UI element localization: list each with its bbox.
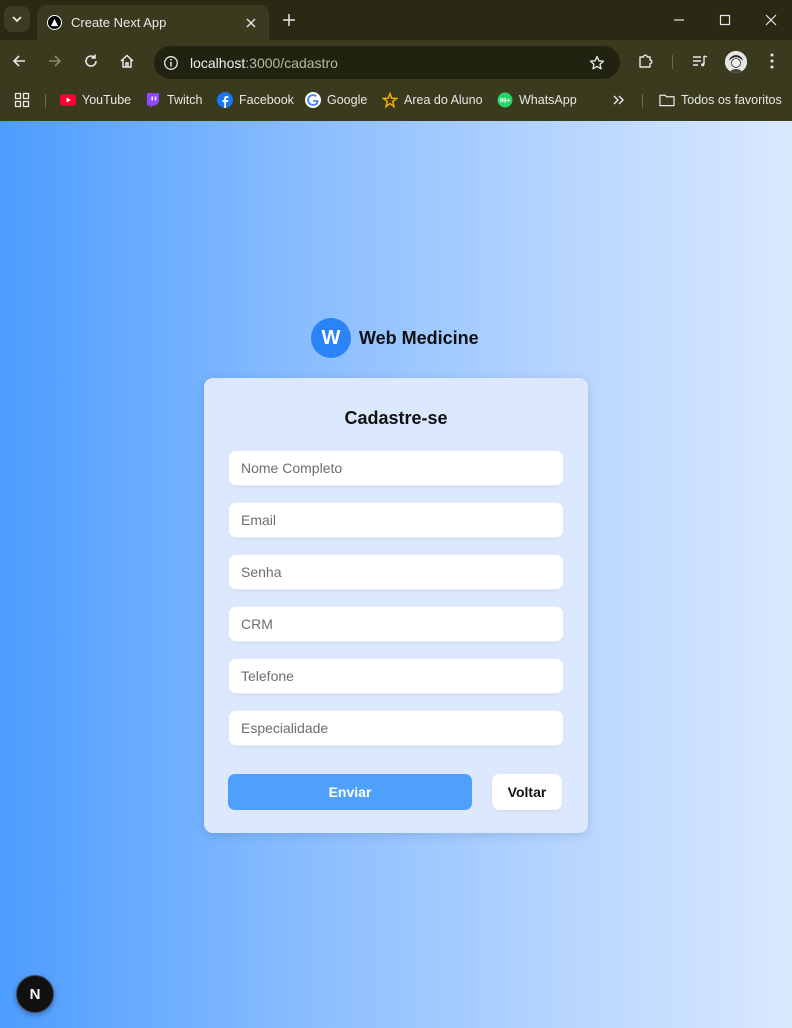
twitch-icon [145,92,161,108]
home-icon [120,54,134,68]
chevron-down-icon [12,16,22,23]
plus-icon [283,14,295,26]
puzzle-icon [639,54,653,68]
apps-button[interactable] [14,90,30,110]
youtube-icon [60,92,76,108]
bookmarks-bar: YouTube Twitch Facebook Google Area do A… [0,82,792,121]
more-bookmarks-button[interactable] [612,90,626,110]
star-person-icon [382,91,398,108]
email-input[interactable] [228,502,564,538]
svg-text:99+: 99+ [499,98,510,105]
url-text[interactable]: localhost:3000/cadastro [190,55,586,71]
toolbar-separator [672,55,673,69]
bookmarks-separator [642,94,643,108]
bookmark-facebook[interactable]: Facebook [217,90,294,110]
browser-menu-button[interactable] [761,50,783,72]
reload-icon [85,54,97,67]
whatsapp-icon: 99+ [497,92,513,108]
minimize-button[interactable] [667,8,691,32]
all-bookmarks-folder[interactable]: Todos os favoritos [659,90,782,110]
brand-header: W Web Medicine [311,318,479,358]
password-input[interactable] [228,554,564,590]
tab-active[interactable]: Create Next App [37,5,269,40]
bookmark-star-icon[interactable] [586,52,608,74]
bookmark-google[interactable]: Google [305,90,367,110]
maximize-button[interactable] [713,8,737,32]
more-vertical-icon [770,53,774,69]
close-tab-icon[interactable] [243,15,259,31]
media-controls-button[interactable] [689,50,711,72]
double-chevron-right-icon [613,95,624,105]
crm-input[interactable] [228,606,564,642]
tab-title: Create Next App [71,15,167,30]
arrow-right-icon [49,55,62,67]
phone-input[interactable] [228,658,564,694]
page-content: W Web Medicine Cadastre-se Enviar Voltar… [0,121,792,1028]
site-info-icon[interactable] [162,54,180,72]
bookmark-whatsapp[interactable]: 99+ WhatsApp [497,90,577,110]
tab-strip: Create Next App [0,0,792,40]
brand-name: Web Medicine [359,327,479,348]
bookmarks-separator [45,94,46,108]
nextjs-dev-badge[interactable]: N [16,975,54,1013]
playlist-music-icon [693,55,708,67]
arrow-left-icon [12,55,25,67]
profile-avatar[interactable] [725,51,747,73]
specialty-input[interactable] [228,710,564,746]
extensions-button[interactable] [635,50,657,72]
full-name-input[interactable] [228,450,564,486]
home-button[interactable] [116,50,138,72]
bookmark-youtube[interactable]: YouTube [60,90,131,110]
maximize-icon [719,14,731,26]
tab-search-button[interactable] [4,6,30,32]
reload-button[interactable] [80,50,102,72]
new-tab-button[interactable] [279,10,299,30]
form-title: Cadastre-se [344,408,448,428]
nextjs-triangle-icon [47,15,62,30]
folder-icon [659,92,675,108]
signup-card: Cadastre-se Enviar Voltar [204,378,588,833]
forward-button[interactable] [44,50,66,72]
submit-button[interactable]: Enviar [228,774,472,810]
bookmark-twitch[interactable]: Twitch [145,90,202,110]
close-window-button[interactable] [759,8,783,32]
browser-toolbar: localhost:3000/cadastro [0,40,792,82]
back-link-button[interactable]: Voltar [492,774,562,810]
google-icon [305,92,321,108]
address-bar[interactable]: localhost:3000/cadastro [154,46,620,79]
brand-logo: W [311,318,351,358]
bookmark-area-do-aluno[interactable]: Area do Aluno [382,90,483,110]
minimize-icon [674,19,684,21]
back-button[interactable] [8,50,30,72]
apps-grid-icon [14,92,30,108]
avatar-icon [725,51,747,73]
facebook-icon [217,92,233,108]
close-icon [765,14,777,26]
